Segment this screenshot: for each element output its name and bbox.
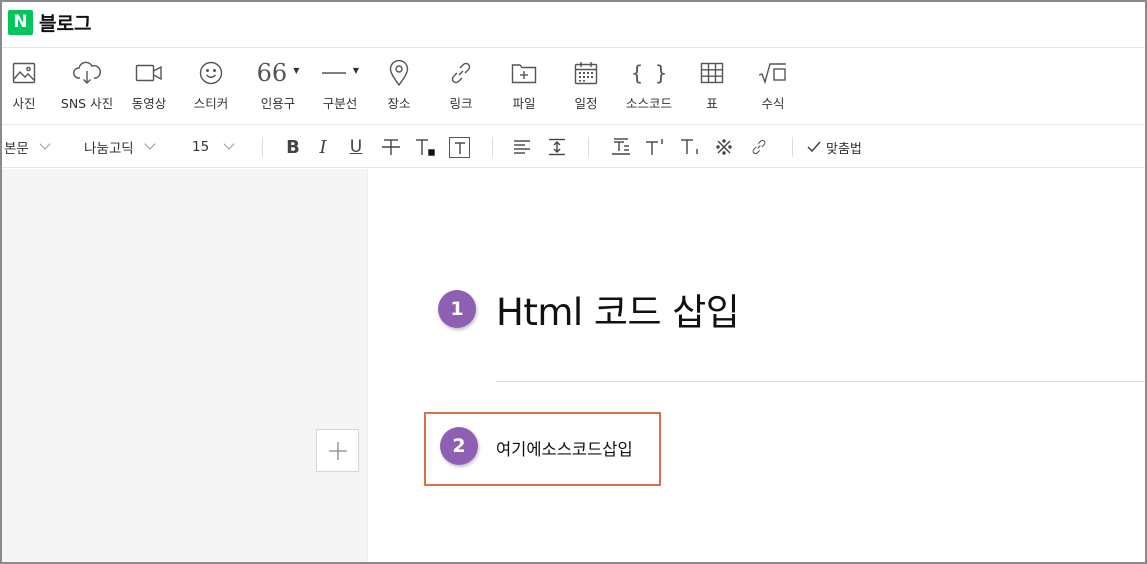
file-button[interactable]: 파일 <box>506 49 542 125</box>
formula-button[interactable]: 수식 <box>754 49 792 125</box>
schedule-label: 일정 <box>574 96 598 111</box>
paragraph-style-value: 본문 <box>4 141 29 157</box>
line-height-icon <box>549 138 565 156</box>
post-body-text[interactable]: 여기에소스코드삽입 <box>496 436 633 460</box>
place-label: 장소 <box>387 96 411 111</box>
italic-button[interactable]: I <box>311 135 335 159</box>
toolbar-separator <box>262 137 263 157</box>
plus-icon <box>328 441 347 460</box>
align-left-icon <box>514 140 530 154</box>
spellcheck-button[interactable]: 맞춤법 <box>807 126 862 168</box>
font-size-value: 15 <box>192 139 210 155</box>
image-icon <box>12 62 36 84</box>
check-icon <box>807 141 821 153</box>
text-color-button[interactable] <box>413 135 437 159</box>
format-toolbar: 본문 나눔고딕 15 B I U 맞춤법 <box>2 126 1145 168</box>
source-code-label: 소스코드 <box>625 96 672 111</box>
special-character-button[interactable] <box>712 135 736 159</box>
smiley-icon <box>199 61 223 85</box>
photo-button[interactable]: 사진 <box>5 49 43 125</box>
table-icon <box>700 62 724 84</box>
sns-photo-label: SNS 사진 <box>60 96 114 111</box>
braces-icon: { } <box>630 61 668 85</box>
app-header: N 블로그 <box>2 2 1145 48</box>
superscript-icon <box>646 139 663 155</box>
left-margin-pane <box>2 169 368 562</box>
add-component-button[interactable] <box>316 429 359 472</box>
font-family-select[interactable]: 나눔고딕 <box>84 126 156 168</box>
chevron-down-icon <box>144 138 156 150</box>
naver-logo[interactable]: N <box>8 10 33 35</box>
link-icon <box>752 139 766 155</box>
asterism-icon <box>716 139 732 155</box>
quote-dropdown-icon[interactable]: ▼ <box>293 66 299 75</box>
map-pin-icon <box>389 60 409 86</box>
letter-spacing-icon <box>612 138 630 155</box>
quote-label: 인용구 <box>260 96 296 111</box>
text-background-button[interactable] <box>449 137 470 158</box>
text-color-icon <box>416 139 435 156</box>
underline-button[interactable]: U <box>344 135 368 159</box>
formula-icon <box>758 63 786 84</box>
place-button[interactable]: 장소 <box>381 49 417 125</box>
toolbar-separator <box>492 137 493 157</box>
file-label: 파일 <box>512 96 536 111</box>
calendar-icon <box>574 62 598 85</box>
table-button[interactable]: 표 <box>694 49 730 125</box>
link-icon <box>451 62 471 84</box>
quote-button[interactable]: 66 ▼ 인용구 <box>252 49 304 125</box>
letter-spacing-button[interactable] <box>609 135 633 159</box>
line-height-button[interactable] <box>545 135 569 159</box>
video-camera-icon <box>135 64 162 82</box>
subscript-icon <box>681 139 698 154</box>
formula-label: 수식 <box>761 96 785 111</box>
post-title[interactable]: Html 코드 삽입 <box>496 282 740 336</box>
step-badge-2: 2 <box>440 427 478 465</box>
chevron-down-icon <box>223 138 235 150</box>
align-left-button[interactable] <box>510 135 534 159</box>
chevron-down-icon <box>39 138 51 150</box>
font-size-select[interactable]: 15 <box>192 126 235 168</box>
insert-toolbar: 사진 SNS 사진 동영상 스티커 66 ▼ 인용구 ▼ 구분선 장소 링크 파… <box>2 49 1145 125</box>
photo-label: 사진 <box>12 96 36 111</box>
title-divider <box>496 381 1145 382</box>
sticker-label: 스티커 <box>193 96 229 111</box>
text-background-icon <box>454 141 465 154</box>
horizontal-line-icon <box>321 72 346 74</box>
link-label: 링크 <box>449 96 473 111</box>
cloud-download-icon <box>73 61 102 84</box>
step-badge-1: 1 <box>438 290 476 328</box>
spellcheck-label: 맞춤법 <box>826 141 862 157</box>
link-format-button[interactable] <box>747 135 771 159</box>
toolbar-separator <box>792 137 793 157</box>
sns-photo-button[interactable]: SNS 사진 <box>58 49 116 125</box>
paragraph-style-select[interactable]: 본문 <box>4 126 51 168</box>
source-code-button[interactable]: { } 소스코드 <box>620 49 678 125</box>
divider-dropdown-icon[interactable]: ▼ <box>353 66 359 75</box>
editor-window: N 블로그 사진 SNS 사진 동영상 스티커 66 ▼ 인용구 ▼ 구분선 장… <box>0 0 1147 564</box>
toolbar-separator <box>588 137 589 157</box>
table-label: 표 <box>706 96 718 111</box>
font-family-value: 나눔고딕 <box>84 141 134 157</box>
video-label: 동영상 <box>131 96 167 111</box>
video-button[interactable]: 동영상 <box>127 49 171 125</box>
link-button[interactable]: 링크 <box>443 49 479 125</box>
strikethrough-button[interactable] <box>379 135 403 159</box>
subscript-button[interactable] <box>678 135 702 159</box>
folder-plus-icon <box>511 64 537 84</box>
schedule-button[interactable]: 일정 <box>568 49 604 125</box>
sticker-button[interactable]: 스티커 <box>188 49 234 125</box>
blog-brand-title[interactable]: 블로그 <box>39 9 91 36</box>
divider-button[interactable]: ▼ 구분선 <box>314 49 366 125</box>
divider-label: 구분선 <box>322 96 358 111</box>
bold-button[interactable]: B <box>281 135 305 159</box>
quote-icon: 66 <box>256 59 288 87</box>
superscript-button[interactable] <box>643 135 667 159</box>
strikethrough-icon <box>382 139 400 155</box>
